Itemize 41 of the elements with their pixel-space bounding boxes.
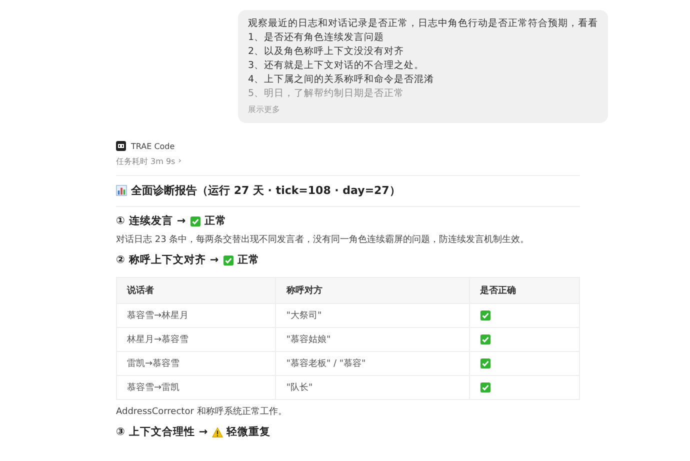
table-cell: "慕容姑娘" <box>276 328 470 352</box>
table-cell: "队长" <box>276 376 470 400</box>
app-logo-icon <box>116 141 126 151</box>
arrow-text: → <box>210 254 219 266</box>
section-title: 连续发言 <box>128 214 173 228</box>
section-paragraph: AddressCorrector 和称呼系统正常工作。 <box>116 406 288 418</box>
show-more-link[interactable]: 展示更多 <box>248 103 280 117</box>
section-number: ① <box>116 215 125 227</box>
table-cell: "大祭司" <box>276 304 470 328</box>
column-header: 称呼对方 <box>276 278 470 304</box>
assistant-name: TRAE Code <box>131 142 175 150</box>
section-status: 正常 <box>204 214 227 228</box>
section-paragraph: 对话日志 23 条中，每两条交替出现不同发言者，没有同一角色连续霸屏的问题，防连续发言机制生效。 <box>116 234 530 246</box>
message-list-item: 4、上下属之间的关系称呼和命令是否混淆 <box>248 73 436 87</box>
report-title: 全面诊断报告（运行 27 天 · tick=108 · day=27） <box>131 183 400 198</box>
column-header: 说话者 <box>116 278 276 304</box>
section-status: 轻微重复 <box>226 425 271 439</box>
section-status: 正常 <box>238 253 260 267</box>
message-text: 观察最近的日志和对话记录是否正常，日志中角色行动是否正常符合预期，看看 <box>248 17 598 31</box>
section-number: ② <box>116 254 125 266</box>
expand-caret[interactable]: › <box>178 156 182 167</box>
table-cell: 慕容雪→林星月 <box>116 304 276 328</box>
check-icon <box>222 254 234 266</box>
table-cell: 慕容雪→雷凯 <box>116 376 276 400</box>
section-number: ③ <box>116 426 125 438</box>
message-list-item: 3、还有就是上下文对话的不合理之处。 <box>248 59 426 73</box>
table-cell: "慕容老板" / "慕容" <box>276 352 470 376</box>
column-header: 是否正确 <box>469 278 580 304</box>
section-title: 上下文合理性 <box>128 425 195 439</box>
arrow-text: → <box>198 426 208 438</box>
message-list-item: 5、明日，了解帮约制日期是否正常 <box>248 87 406 101</box>
check-icon <box>190 216 201 226</box>
table-cell: 雷凯→慕容雪 <box>116 352 276 376</box>
arrow-text: → <box>176 215 186 227</box>
table-cell: 林星月→慕容雪 <box>116 328 276 352</box>
message-list-item: 2、以及角色称呼上下文没没有对齐 <box>248 45 406 59</box>
message-list-item: 1、是否还有角色连续发言问题 <box>248 31 386 45</box>
task-duration: 任务耗时 3m 9s <box>116 156 176 167</box>
warning-icon <box>212 426 223 438</box>
bar-chart-icon <box>116 185 127 196</box>
section-title: 称呼上下文对齐 <box>128 253 206 267</box>
